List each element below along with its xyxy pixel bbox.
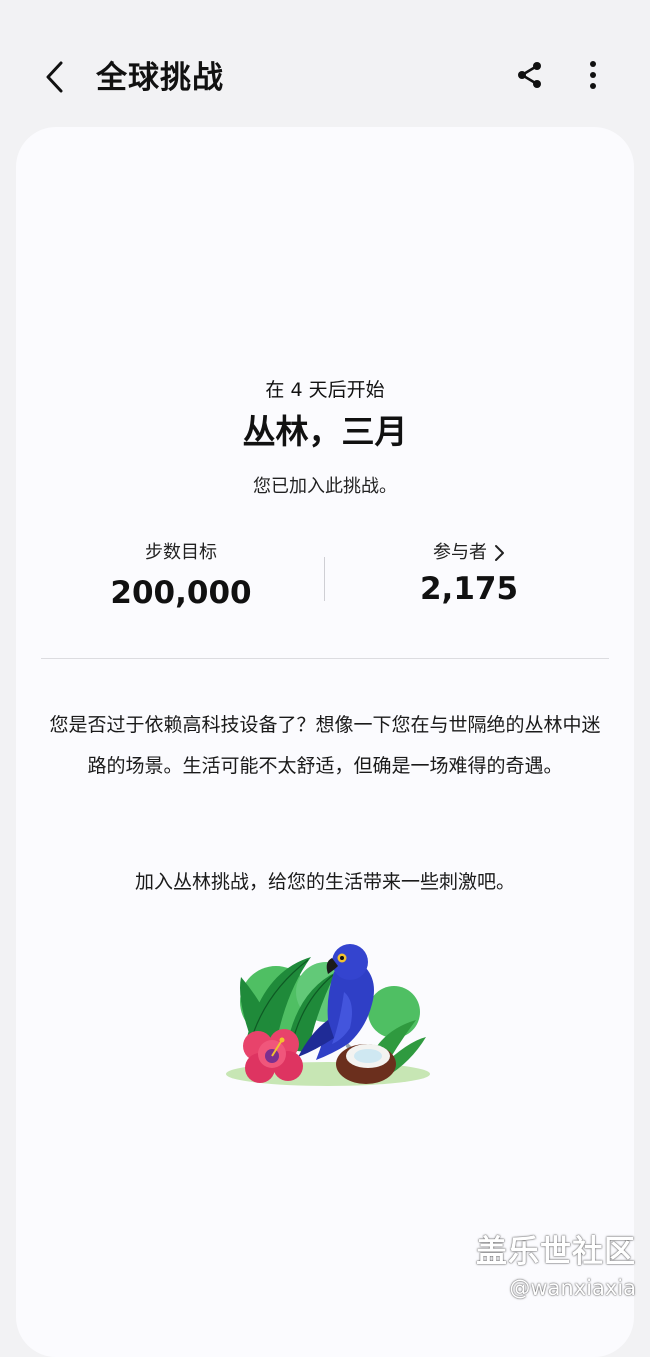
page-title: 全球挑战	[96, 60, 224, 96]
participants-value: 2,175	[419, 571, 519, 607]
joined-status: 您已加入此挑战。	[253, 476, 397, 497]
jungle-parrot-illustration	[226, 944, 430, 1086]
step-goal-value: 200,000	[110, 575, 252, 611]
app-bar: 全球挑战	[0, 0, 650, 120]
back-button[interactable]	[30, 52, 80, 102]
challenge-description: 您是否过于依赖高科技设备了？想像一下您在与世隔绝的丛林中迷路的场景。生活可能不太…	[49, 714, 601, 777]
section-divider	[41, 658, 609, 659]
share-button[interactable]	[507, 52, 553, 98]
share-icon	[518, 62, 541, 88]
challenge-card: 在 4 天后开始 丛林，三月 您已加入此挑战。 步数目标 200,000 参与者…	[16, 127, 634, 1357]
participants-label-row: 参与者	[433, 540, 505, 566]
more-vertical-icon	[590, 61, 596, 89]
step-goal-stat: 步数目标 200,000	[61, 540, 301, 614]
chevron-right-icon	[495, 545, 504, 561]
back-arrow-icon	[46, 61, 63, 93]
more-options-button[interactable]	[570, 52, 616, 98]
step-goal-label: 步数目标	[145, 542, 217, 563]
challenge-call-to-action: 加入丛林挑战，给您的生活带来一些刺激吧。	[134, 871, 515, 893]
watermark-title: 盖乐世社区	[476, 1234, 636, 1270]
participants-stat[interactable]: 参与者 2,175	[349, 540, 589, 610]
challenge-title: 丛林，三月	[242, 412, 408, 451]
start-countdown: 在 4 天后开始	[265, 379, 385, 401]
stats-divider	[324, 557, 325, 601]
community-watermark: 盖乐世社区 @wanxiaxia	[476, 1232, 636, 1304]
participants-label: 参与者	[433, 542, 487, 563]
watermark-handle: @wanxiaxia	[509, 1276, 636, 1300]
